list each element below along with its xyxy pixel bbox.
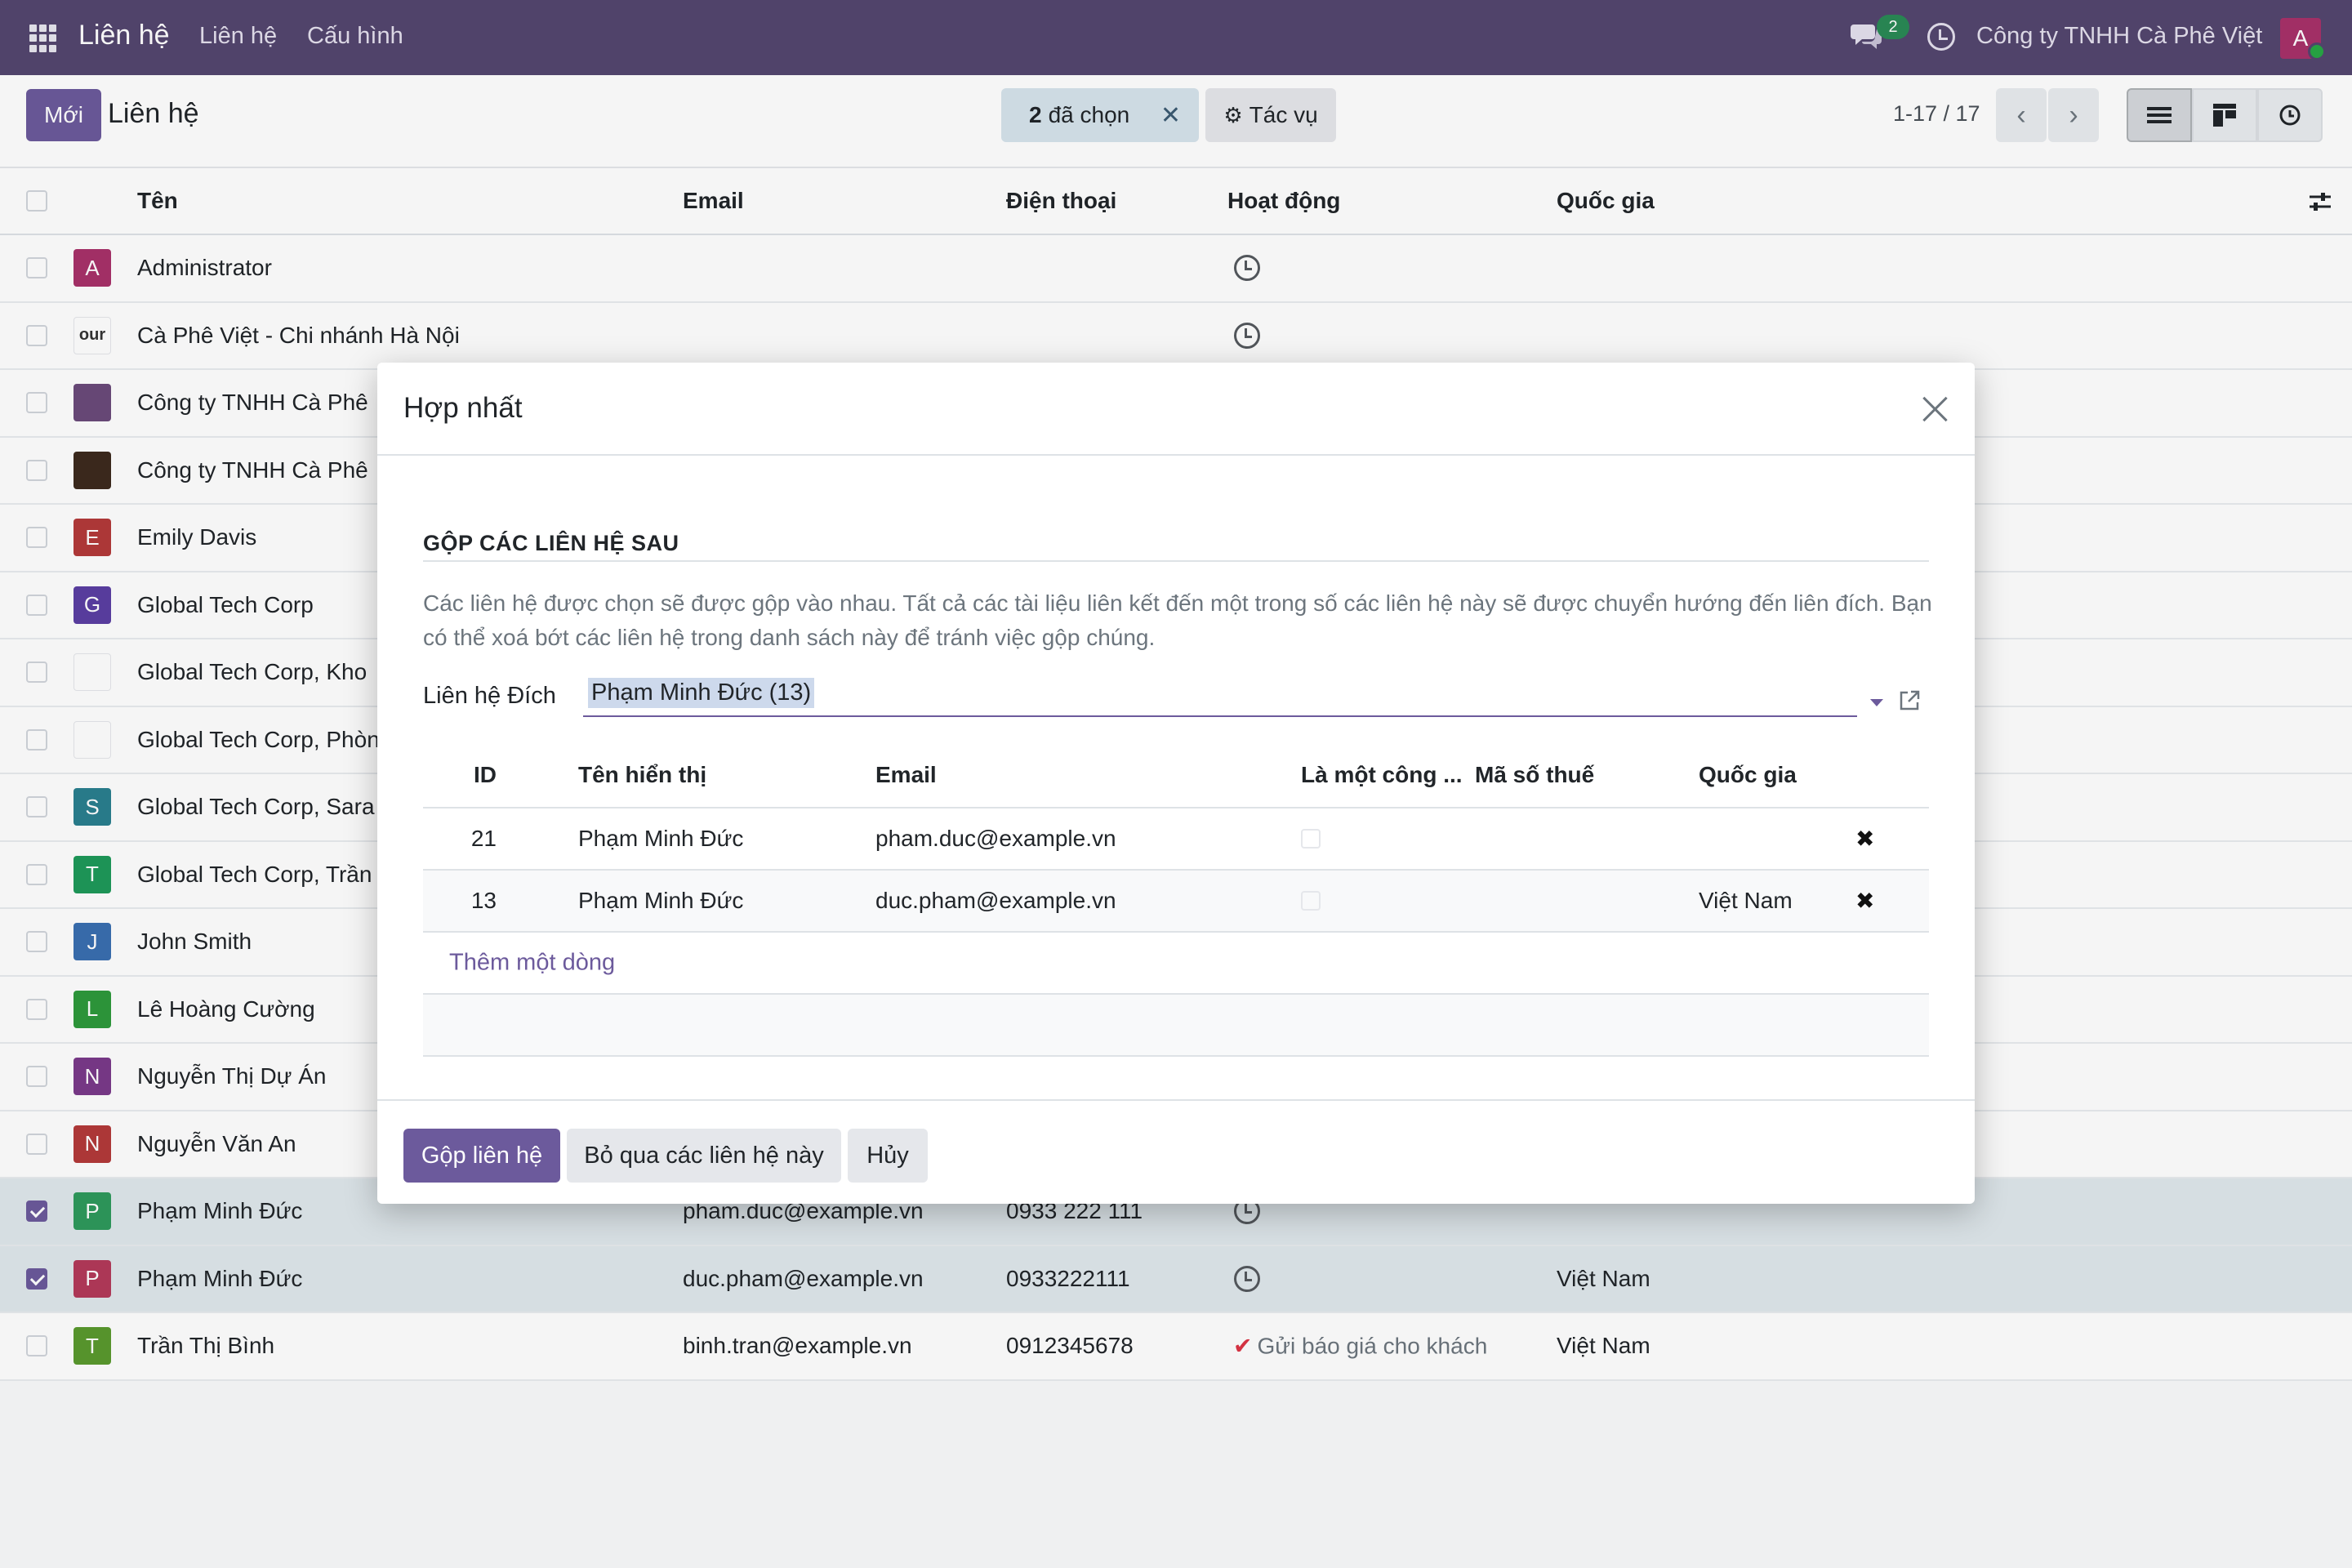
dropdown-caret-icon[interactable] — [1870, 699, 1883, 706]
destination-contact-field[interactable]: Phạm Minh Đức (13) — [583, 676, 1857, 717]
merge-row[interactable]: 21 Phạm Minh Đức pham.duc@example.vn ✖ — [423, 808, 1929, 871]
empty-row — [423, 995, 1929, 1057]
help-text: Các liên hệ được chọn sẽ được gộp vào nh… — [423, 590, 1932, 650]
is-company-checkbox — [1301, 829, 1321, 849]
merge-table-header: ID Tên hiển thị Email Là một công ... Mã… — [423, 743, 1929, 808]
destination-contact-value: Phạm Minh Đức (13) — [588, 678, 815, 708]
add-line-link[interactable]: Thêm một dòng — [449, 950, 615, 977]
dialog-footer: Gộp liên hệ Bỏ qua các liên hệ này Hủy — [377, 1099, 1975, 1204]
merge-row[interactable]: 13 Phạm Minh Đức duc.pham@example.vn Việt N… — [423, 871, 1929, 933]
external-link-icon[interactable] — [1898, 689, 1921, 712]
skip-contacts-button[interactable]: Bỏ qua các liên hệ này — [567, 1129, 841, 1183]
cancel-button[interactable]: Hủy — [848, 1129, 928, 1183]
contact-id: 21 — [470, 826, 497, 851]
column-tax-id[interactable]: Mã số thuế — [1475, 762, 1594, 788]
contact-email: duc.pham@example.vn — [875, 888, 1116, 913]
merge-contacts-button[interactable]: Gộp liên hệ — [403, 1129, 560, 1183]
delete-row-icon[interactable]: ✖ — [1855, 888, 1874, 915]
add-line-row: Thêm một dòng — [423, 933, 1929, 995]
column-id[interactable]: ID — [474, 762, 497, 788]
is-company-checkbox — [1301, 891, 1321, 911]
display-name: Phạm Minh Đức — [578, 888, 744, 913]
merge-contacts-table: ID Tên hiển thị Email Là một công ... Mã… — [423, 743, 1929, 1057]
dialog-header: Hợp nhất — [377, 363, 1975, 456]
column-is-company[interactable]: Là một công ... — [1301, 762, 1463, 788]
contact-country: Việt Nam — [1699, 888, 1793, 913]
column-country[interactable]: Quốc gia — [1699, 762, 1797, 788]
section-divider — [423, 560, 1929, 562]
column-display-name[interactable]: Tên hiển thị — [578, 762, 706, 788]
section-title: GỘP CÁC LIÊN HỆ SAU — [423, 531, 679, 555]
contact-email: pham.duc@example.vn — [875, 826, 1116, 851]
display-name: Phạm Minh Đức — [578, 826, 744, 851]
dialog-title: Hợp nhất — [403, 392, 523, 424]
close-icon[interactable] — [1921, 395, 1949, 423]
contact-id: 13 — [470, 888, 497, 913]
delete-row-icon[interactable]: ✖ — [1855, 826, 1874, 853]
merge-dialog: Hợp nhất GỘP CÁC LIÊN HỆ SAU Các liên hệ… — [377, 363, 1975, 1204]
destination-label: Liên hệ Đích — [423, 683, 556, 709]
merge-table-body: 21 Phạm Minh Đức pham.duc@example.vn ✖ 13 Phạ… — [423, 808, 1929, 933]
column-email[interactable]: Email — [875, 762, 937, 788]
